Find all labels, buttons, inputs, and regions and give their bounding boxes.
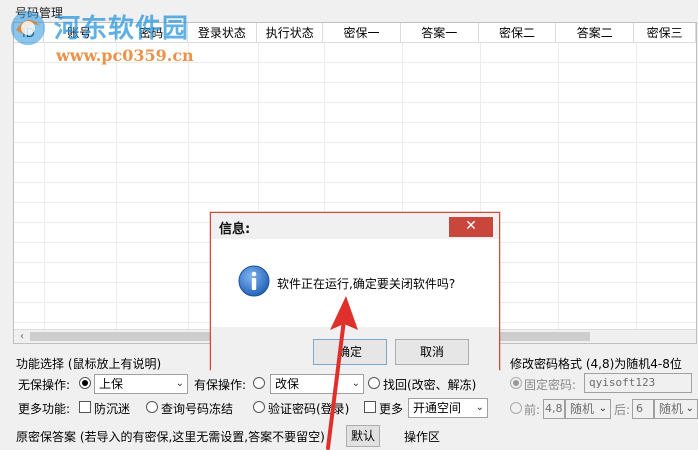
cancel-button[interactable]: 取消 (395, 339, 469, 365)
password-panel-title: 修改密码格式 (4,8)为随机4-8位 (510, 357, 682, 371)
front-length-input[interactable]: 4,8 (543, 399, 565, 419)
fixed-password-input[interactable]: qyisoft123 (584, 373, 692, 393)
query-frozen-radio[interactable] (146, 401, 158, 413)
no-protect-select-value: 上保 (99, 377, 124, 391)
grid-divider (558, 43, 559, 333)
more-label[interactable]: 更多 (379, 400, 403, 417)
chevron-down-icon: ⌄ (475, 402, 484, 413)
dialog-titlebar[interactable]: 信息: ✕ (211, 213, 499, 239)
function-panel-title: 功能选择 (鼠标放上有说明) (16, 357, 162, 371)
watermark-text: 河东软件园 (54, 14, 190, 44)
column-header-question2[interactable]: 密保二 (479, 23, 557, 43)
grid-divider (44, 43, 45, 333)
anti-addiction-checkbox[interactable] (79, 401, 91, 413)
no-protect-label: 无保操作: (18, 378, 71, 392)
fixed-password-label: 固定密码: (524, 378, 577, 392)
more-select-value: 开通空间 (413, 401, 462, 415)
watermark: 河东软件园 www.pc0359.cn (4, 4, 224, 70)
back-mode-value: 随机 (659, 402, 684, 416)
info-icon (238, 265, 270, 297)
scroll-left-icon[interactable]: ‹ (16, 331, 28, 343)
original-answers-label: 原密保答案 (若导入的有密保,这里无需设置,答案不要留空) (16, 430, 325, 444)
chevron-down-icon: ⌄ (175, 378, 184, 389)
grid-divider (188, 43, 189, 333)
watermark-logo-icon (11, 11, 45, 45)
operation-area-label: 操作区 (404, 430, 441, 444)
protect-label: 有保操作: (194, 378, 247, 392)
chevron-down-icon: ⌄ (685, 403, 694, 414)
protect-radio[interactable] (253, 377, 265, 389)
no-protect-radio[interactable] (79, 377, 91, 389)
chevron-down-icon: ⌄ (598, 403, 607, 414)
dialog-title: 信息: (219, 222, 251, 237)
column-header-question1[interactable]: 密保一 (323, 23, 401, 43)
random-password-radio[interactable] (510, 402, 522, 414)
anti-addiction-label[interactable]: 防沉迷 (94, 400, 130, 417)
grid-divider (116, 43, 117, 333)
watermark-url: www.pc0359.cn (56, 46, 194, 65)
front-mode-select[interactable]: 随机 ⌄ (565, 399, 611, 419)
fixed-password-radio[interactable] (510, 377, 522, 389)
close-icon: ✕ (465, 218, 477, 234)
front-label: 前: (524, 403, 541, 417)
more-select[interactable]: 开通空间 ⌄ (408, 398, 488, 418)
verify-password-radio[interactable] (253, 401, 265, 413)
back-mode-select[interactable]: 随机 ⌄ (654, 399, 698, 419)
no-protect-select[interactable]: 上保 ⌄ (94, 374, 188, 394)
back-label: 后: (614, 403, 631, 417)
back-length-input[interactable]: 6 (632, 399, 654, 419)
grid-divider (636, 43, 637, 333)
close-button[interactable]: ✕ (449, 217, 493, 237)
query-frozen-label[interactable]: 查询号码冻结 (161, 400, 233, 417)
front-mode-value: 随机 (570, 402, 595, 416)
column-header-answer1[interactable]: 答案一 (401, 23, 479, 43)
more-functions-label: 更多功能: (18, 402, 71, 416)
column-header-exec-status[interactable]: 执行状态 (257, 23, 324, 43)
column-header-answer2[interactable]: 答案二 (556, 23, 635, 43)
column-header-question3[interactable]: 密保三 (634, 23, 696, 43)
annotation-arrow-icon (326, 296, 358, 450)
protect-select-value: 改保 (275, 377, 300, 391)
recover-label[interactable]: 找回(改密、解冻) (383, 376, 476, 393)
